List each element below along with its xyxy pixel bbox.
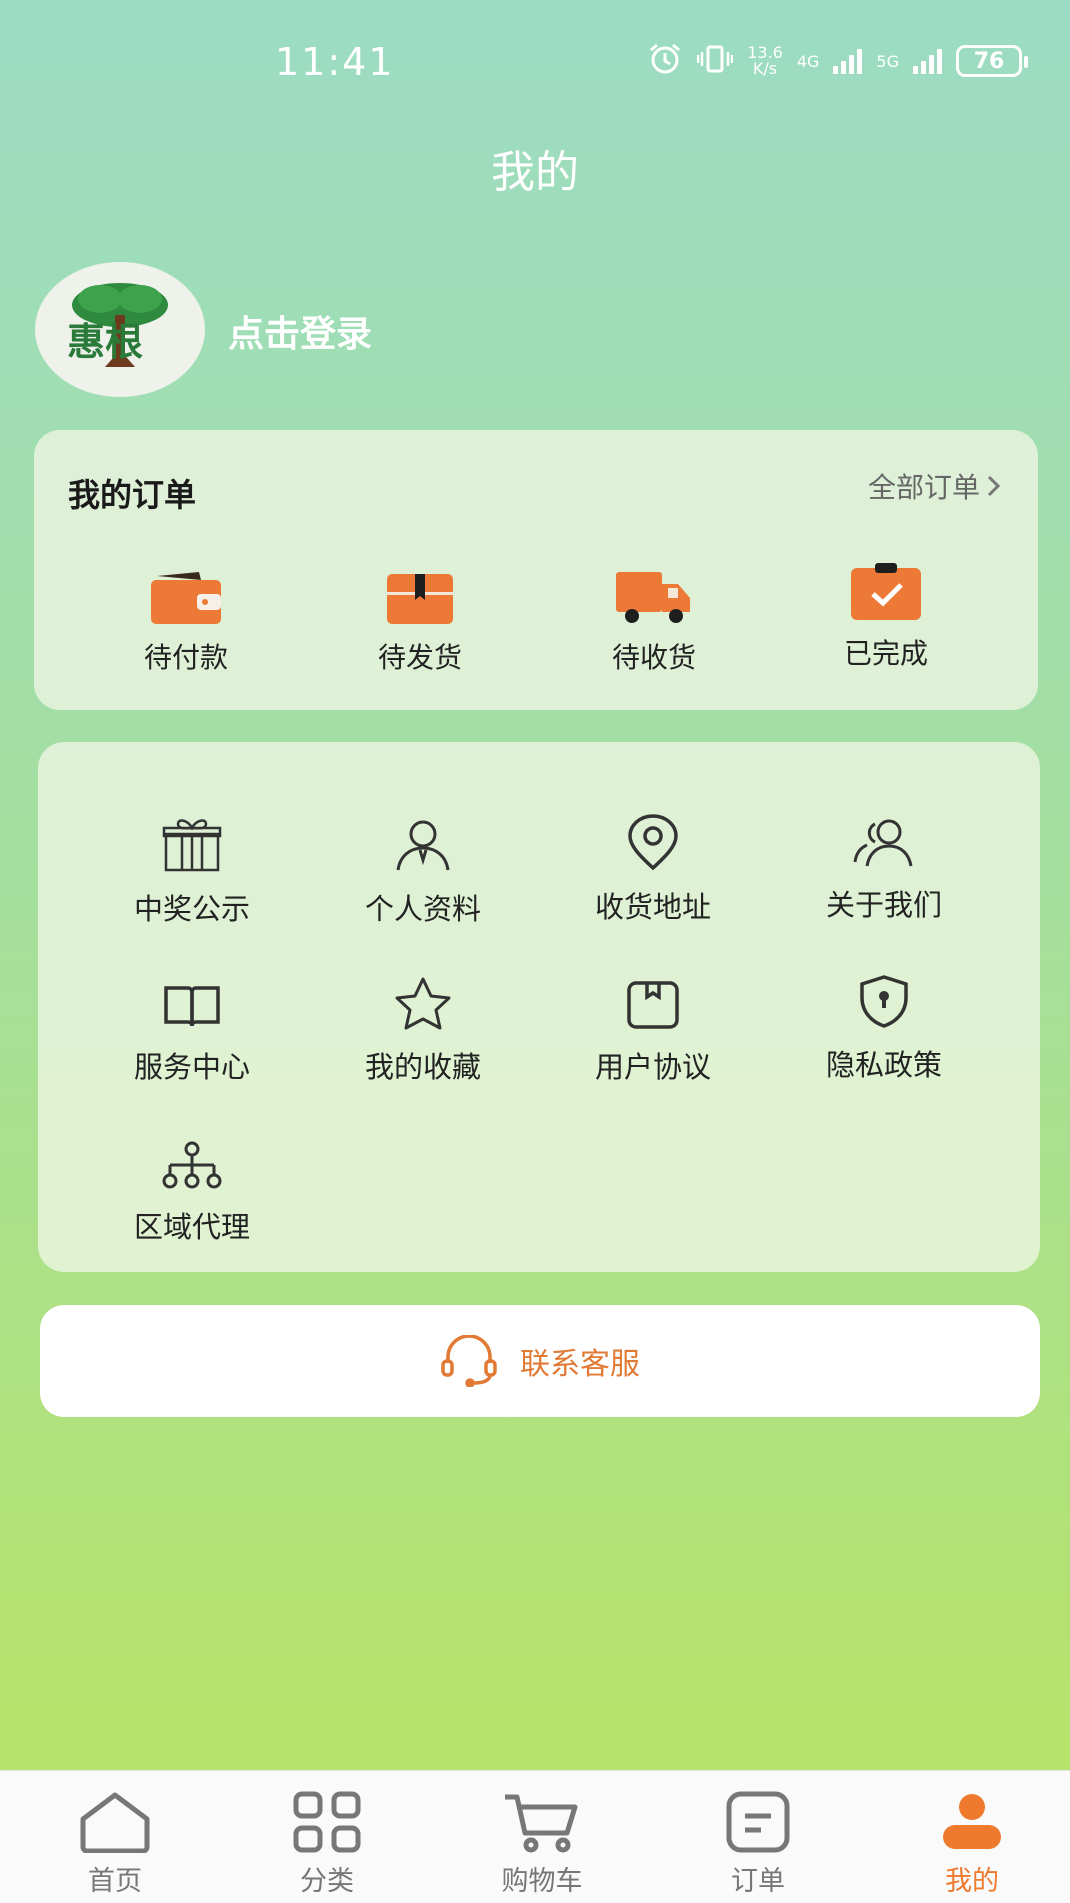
signal-icon bbox=[833, 48, 863, 74]
category-icon bbox=[293, 1791, 361, 1853]
net-speed: 13.6 K/s bbox=[747, 43, 783, 78]
svg-text:惠根: 惠根 bbox=[67, 320, 143, 364]
orders-title: 我的订单 bbox=[68, 476, 197, 514]
avatar[interactable]: 惠根 bbox=[35, 262, 205, 397]
menu-item-about-us[interactable]: 关于我们 bbox=[769, 798, 999, 924]
page-title: 我的 bbox=[491, 147, 579, 198]
alarm-icon bbox=[647, 42, 683, 80]
network-type-2: 5G bbox=[876, 51, 899, 71]
menu-item-service-center[interactable]: 服务中心 bbox=[77, 960, 307, 1086]
shield-lock-icon bbox=[860, 975, 908, 1028]
vibrate-icon bbox=[696, 44, 734, 78]
status-bar: 11:41 13.6 K/s 4G 5G 76 bbox=[0, 0, 1070, 120]
status-time: 11:41 bbox=[275, 40, 395, 84]
signal-icon-2 bbox=[913, 48, 942, 74]
battery-indicator: 76 bbox=[956, 45, 1028, 77]
book-icon bbox=[164, 986, 220, 1027]
document-icon bbox=[627, 981, 679, 1029]
order-pending-payment[interactable]: 待付款 bbox=[86, 550, 286, 676]
menu-item-favorites[interactable]: 我的收藏 bbox=[308, 960, 538, 1086]
profile-icon bbox=[943, 1794, 1001, 1849]
wallet-icon bbox=[151, 572, 221, 624]
menu-item-privacy-policy[interactable]: 隐私政策 bbox=[769, 958, 999, 1084]
menu-item-shipping-address[interactable]: 收货地址 bbox=[538, 800, 768, 926]
hierarchy-icon bbox=[162, 1141, 222, 1189]
status-icons: 13.6 K/s 4G 5G 76 bbox=[647, 42, 1028, 80]
order-icon bbox=[726, 1791, 790, 1853]
truck-icon bbox=[616, 572, 690, 623]
my-orders-card: 我的订单 全部订单 待付款 待发货 待收货 已完成 bbox=[34, 430, 1038, 710]
clipboard-check-icon bbox=[851, 563, 921, 620]
contact-service-label: 联系客服 bbox=[520, 1347, 640, 1382]
chevron-right-icon bbox=[987, 475, 1001, 497]
tab-cart[interactable]: 购物车 bbox=[477, 1787, 607, 1898]
all-orders-link[interactable]: 全部订单 bbox=[868, 466, 1002, 506]
profile-page: 11:41 13.6 K/s 4G 5G 76 我的 惠根 点击登录 我的订单 … bbox=[0, 0, 1070, 1903]
order-pending-shipment[interactable]: 待发货 bbox=[320, 550, 520, 676]
bottom-tab-bar: 首页 分类 购物车 订单 我的 bbox=[0, 1770, 1070, 1903]
network-type-1: 4G bbox=[796, 51, 820, 71]
menu-item-regional-agent[interactable]: 区域代理 bbox=[77, 1120, 307, 1246]
users-icon bbox=[853, 819, 913, 867]
order-completed[interactable]: 已完成 bbox=[786, 546, 986, 672]
home-icon bbox=[80, 1792, 150, 1853]
menu-item-user-agreement[interactable]: 用户协议 bbox=[538, 960, 768, 1086]
contact-service-button[interactable]: 联系客服 bbox=[40, 1305, 1040, 1417]
menu-item-prize-announcement[interactable]: 中奖公示 bbox=[77, 802, 307, 928]
tab-home[interactable]: 首页 bbox=[50, 1787, 180, 1898]
star-icon bbox=[395, 977, 451, 1030]
tab-orders[interactable]: 订单 bbox=[693, 1787, 823, 1898]
headset-icon bbox=[441, 1335, 497, 1387]
logo-icon: 惠根 bbox=[67, 282, 168, 367]
location-icon bbox=[628, 814, 678, 870]
gift-icon bbox=[162, 819, 222, 872]
cart-icon bbox=[505, 1794, 578, 1853]
tab-category[interactable]: 分类 bbox=[262, 1787, 392, 1898]
package-icon bbox=[387, 574, 453, 624]
user-icon bbox=[396, 820, 450, 871]
menu-item-profile[interactable]: 个人资料 bbox=[308, 802, 538, 928]
order-pending-receipt[interactable]: 待收货 bbox=[554, 550, 754, 676]
tab-profile[interactable]: 我的 bbox=[907, 1787, 1037, 1898]
login-link[interactable]: 点击登录 bbox=[228, 305, 372, 357]
services-menu-card: 中奖公示 个人资料 收货地址 关于我们 服务中心 我的收藏 用户协议 隐私政策 … bbox=[38, 742, 1040, 1272]
